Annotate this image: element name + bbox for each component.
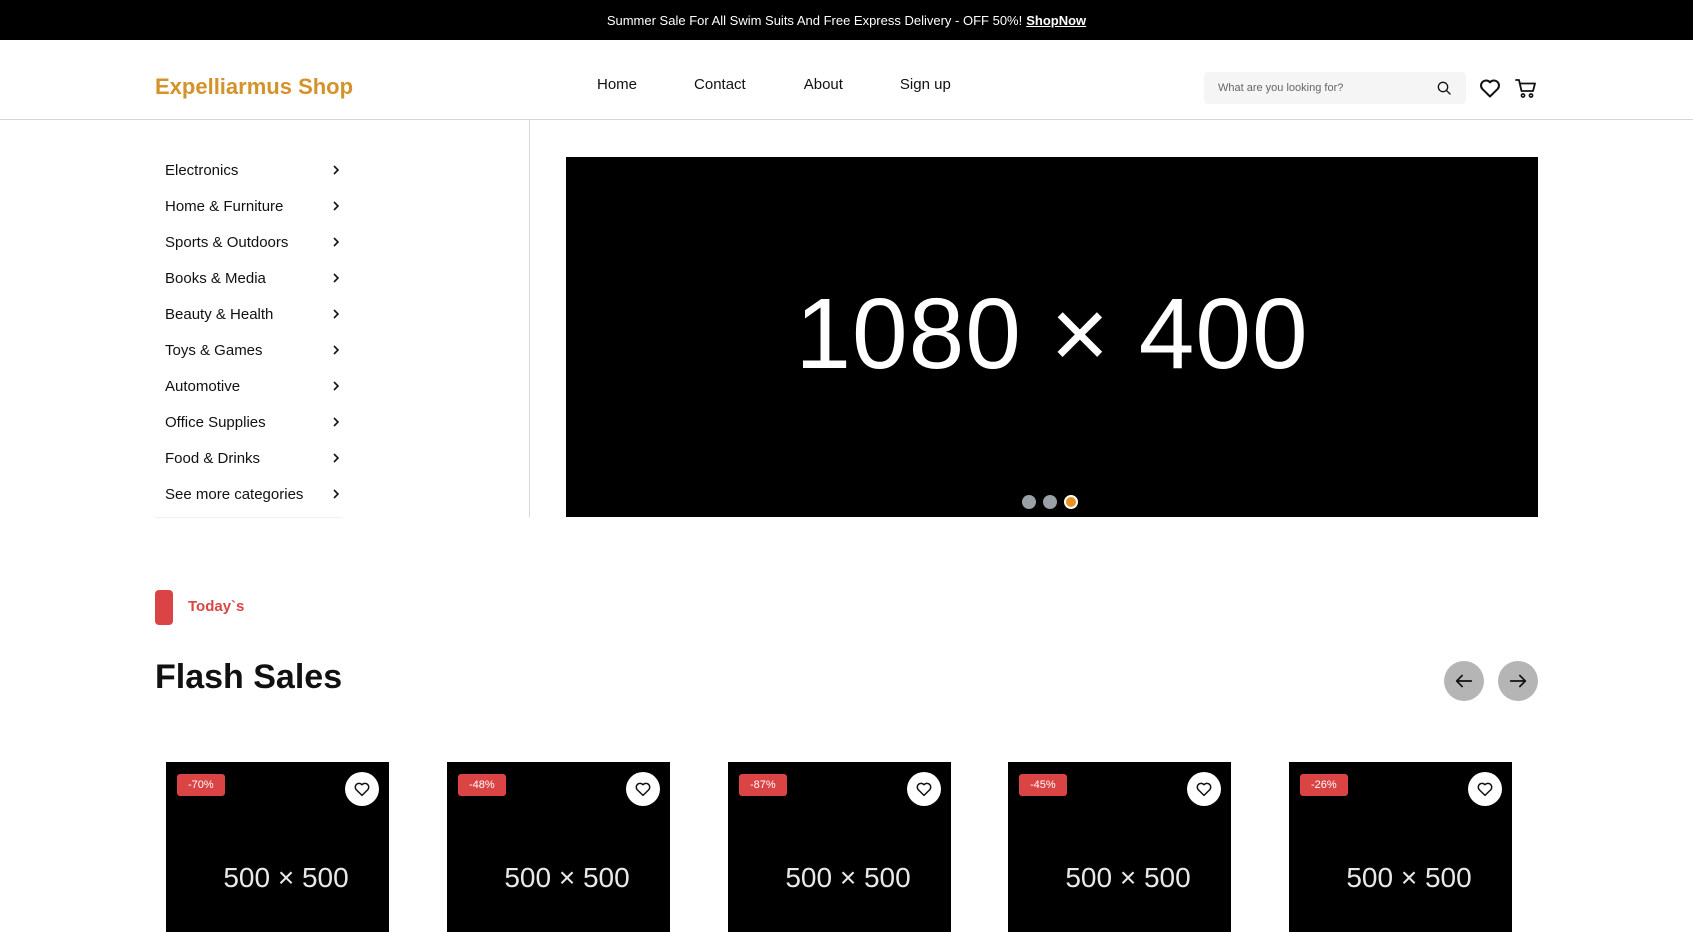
category-home-furniture[interactable]: Home & Furniture xyxy=(165,194,342,218)
main-nav: Home Contact About Sign up xyxy=(597,76,1008,93)
product-image-placeholder: 500 × 500 xyxy=(504,862,630,893)
category-toys-games[interactable]: Toys & Games xyxy=(165,338,342,362)
chevron-right-icon xyxy=(333,489,340,499)
nav-contact[interactable]: Contact xyxy=(694,76,746,93)
discount-badge: -26% xyxy=(1300,774,1348,796)
category-books-media[interactable]: Books & Media xyxy=(165,266,342,290)
product-card[interactable]: -26% 500 × 500 xyxy=(1289,762,1512,932)
announcement-text: Summer Sale For All Swim Suits And Free … xyxy=(606,12,1023,28)
slider-dot-1[interactable] xyxy=(1022,495,1036,509)
search-icon[interactable] xyxy=(1436,80,1452,96)
chevron-right-icon xyxy=(333,453,340,463)
section-title: Flash Sales xyxy=(155,658,343,696)
product-card[interactable]: -48% 500 × 500 xyxy=(447,762,670,932)
wishlist-button[interactable] xyxy=(1468,772,1502,806)
category-electronics[interactable]: Electronics xyxy=(165,158,342,182)
slider-dot-2[interactable] xyxy=(1043,495,1057,509)
category-beauty-health[interactable]: Beauty & Health xyxy=(165,302,342,326)
search-box xyxy=(1204,72,1466,104)
heart-icon xyxy=(916,782,932,797)
discount-badge: -45% xyxy=(1019,774,1067,796)
announcement-bar: Summer Sale For All Swim Suits And Free … xyxy=(0,0,1693,40)
arrow-right-icon xyxy=(1509,674,1527,688)
hero-banner[interactable]: 1080 × 400 xyxy=(566,157,1538,517)
heart-icon xyxy=(1477,782,1493,797)
chevron-right-icon xyxy=(333,273,340,283)
nav-sign-up[interactable]: Sign up xyxy=(900,76,951,93)
product-image-placeholder: 500 × 500 xyxy=(1065,862,1191,893)
heart-icon xyxy=(635,782,651,797)
section-marker xyxy=(155,590,173,625)
section-eyebrow: Today`s xyxy=(188,598,245,615)
heart-icon xyxy=(354,782,370,797)
heart-icon xyxy=(1196,782,1212,797)
chevron-right-icon xyxy=(333,381,340,391)
chevron-right-icon xyxy=(333,165,340,175)
logo[interactable]: Expelliarmus Shop xyxy=(155,74,353,100)
category-office-supplies[interactable]: Office Supplies xyxy=(165,410,342,434)
wishlist-button[interactable] xyxy=(907,772,941,806)
nav-about[interactable]: About xyxy=(804,76,843,93)
discount-badge: -70% xyxy=(177,774,225,796)
prev-button[interactable] xyxy=(1444,661,1484,701)
heart-icon[interactable] xyxy=(1478,76,1502,100)
product-card[interactable]: -45% 500 × 500 xyxy=(1008,762,1231,932)
product-image-placeholder: 500 × 500 xyxy=(1346,862,1472,893)
next-button[interactable] xyxy=(1498,661,1538,701)
chevron-right-icon xyxy=(333,417,340,427)
arrow-left-icon xyxy=(1455,674,1473,688)
sidebar-divider xyxy=(529,120,530,517)
nav-home[interactable]: Home xyxy=(597,76,637,93)
wishlist-button[interactable] xyxy=(626,772,660,806)
category-sidebar: Electronics Home & Furniture Sports & Ou… xyxy=(155,120,342,518)
category-food-drinks[interactable]: Food & Drinks xyxy=(165,446,342,470)
chevron-right-icon xyxy=(333,309,340,319)
cart-icon[interactable] xyxy=(1514,76,1538,100)
slider-dots xyxy=(1022,495,1078,509)
wishlist-button[interactable] xyxy=(1187,772,1221,806)
slider-dot-3[interactable] xyxy=(1064,495,1078,509)
product-image-placeholder: 500 × 500 xyxy=(223,862,349,893)
product-image-placeholder: 500 × 500 xyxy=(785,862,911,893)
hero-placeholder-text: 1080 × 400 xyxy=(795,278,1309,390)
product-card[interactable]: -70% 500 × 500 xyxy=(166,762,389,932)
category-see-more[interactable]: See more categories xyxy=(165,482,342,506)
chevron-right-icon xyxy=(333,201,340,211)
discount-badge: -87% xyxy=(739,774,787,796)
wishlist-button[interactable] xyxy=(345,772,379,806)
header: Expelliarmus Shop Home Contact About Sig… xyxy=(0,40,1693,120)
search-input[interactable] xyxy=(1218,72,1428,104)
chevron-right-icon xyxy=(333,237,340,247)
chevron-right-icon xyxy=(333,345,340,355)
product-card[interactable]: -87% 500 × 500 xyxy=(728,762,951,932)
category-sports-outdoors[interactable]: Sports & Outdoors xyxy=(165,230,342,254)
category-automotive[interactable]: Automotive xyxy=(165,374,342,398)
discount-badge: -48% xyxy=(458,774,506,796)
shop-now-link[interactable]: ShopNow xyxy=(1026,13,1086,28)
